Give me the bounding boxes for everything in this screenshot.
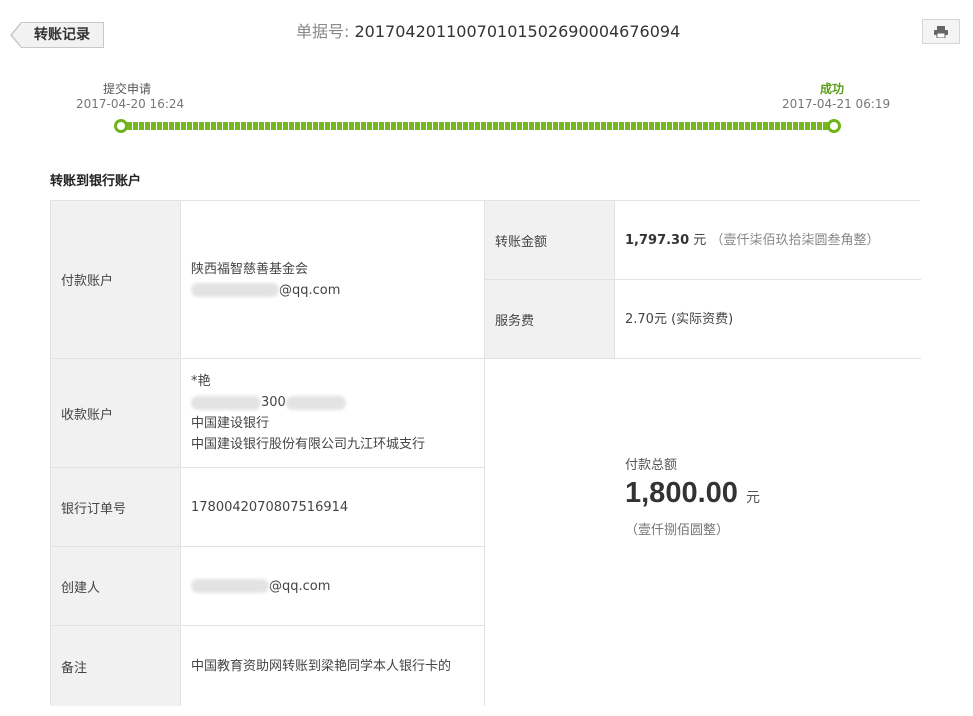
payee-label: 收款账户 xyxy=(51,359,181,468)
total-label: 付款总额 xyxy=(625,458,678,473)
transfer-amount-unit: 元 xyxy=(693,232,707,248)
step-end-time: 2017-04-21 06:19 xyxy=(782,97,891,111)
payer-email: @qq.com xyxy=(191,280,484,301)
progress-start-dot xyxy=(114,119,128,133)
transfer-amount-value: 1,797.30 元 （壹仟柒佰玖拾柒圆叁角整） xyxy=(615,201,921,280)
payee-value: *艳 300 中国建设银行 中国建设银行股份有限公司九江环城支行 xyxy=(181,359,485,468)
back-button[interactable]: 转账记录 xyxy=(10,22,104,48)
progress-track xyxy=(121,122,834,130)
print-button[interactable] xyxy=(922,19,960,44)
redacted-blur xyxy=(191,579,269,593)
transfer-details-table: 付款账户 陕西福智慈善基金会 @qq.com 转账金额 1,797.30 元 （… xyxy=(50,200,921,706)
back-button-label[interactable]: 转账记录 xyxy=(21,22,104,48)
bank-order-label: 银行订单号 xyxy=(51,468,181,547)
order-number-heading: 单据号: 20170420110070101502690004676094 xyxy=(296,21,680,43)
order-number-label: 单据号: xyxy=(296,22,350,41)
transfer-amount-label: 转账金额 xyxy=(485,201,615,280)
redacted-blur xyxy=(285,395,346,410)
redacted-blur xyxy=(191,283,279,297)
total-amount-value: 1,800.00 xyxy=(625,477,738,509)
total-amount-unit: 元 xyxy=(745,489,760,505)
payer-value: 陕西福智慈善基金会 @qq.com xyxy=(181,201,485,359)
total-amount: 1,800.00 元 xyxy=(625,477,760,510)
service-fee-label: 服务费 xyxy=(485,280,615,359)
redacted-blur xyxy=(191,395,261,410)
payer-label: 付款账户 xyxy=(51,201,181,359)
creator-value: @qq.com xyxy=(181,547,485,626)
progress-end-dot xyxy=(827,119,841,133)
payee-account: 300 xyxy=(191,392,484,413)
section-title: 转账到银行账户 xyxy=(50,174,142,189)
order-number-value: 20170420110070101502690004676094 xyxy=(354,22,681,41)
total-panel: 付款总额 1,800.00 元 （壹仟捌佰圆整） xyxy=(485,359,921,706)
payee-name: *艳 xyxy=(191,374,211,389)
payer-name: 陕西福智慈善基金会 xyxy=(191,261,309,277)
transfer-amount-words: （壹仟柒佰玖拾柒圆叁角整） xyxy=(710,232,880,248)
remark-value: 中国教育资助网转账到梁艳同学本人银行卡的 xyxy=(181,626,485,706)
total-amount-words: （壹仟捌佰圆整） xyxy=(625,523,730,538)
creator-label: 创建人 xyxy=(51,547,181,626)
service-fee-value: 2.70元 (实际资费) xyxy=(615,280,921,359)
bank-order-value: 1780042070807516914 xyxy=(181,468,485,547)
transfer-amount-number: 1,797.30 xyxy=(625,232,690,248)
payee-bank: 中国建设银行 xyxy=(191,416,270,431)
remark-label: 备注 xyxy=(51,626,181,706)
step-start-label: 提交申请 xyxy=(103,82,152,96)
step-start-time: 2017-04-20 16:24 xyxy=(76,97,185,111)
step-end-label: 成功 xyxy=(820,82,845,96)
printer-icon xyxy=(934,25,948,38)
payee-branch: 中国建设银行股份有限公司九江环城支行 xyxy=(191,437,426,452)
